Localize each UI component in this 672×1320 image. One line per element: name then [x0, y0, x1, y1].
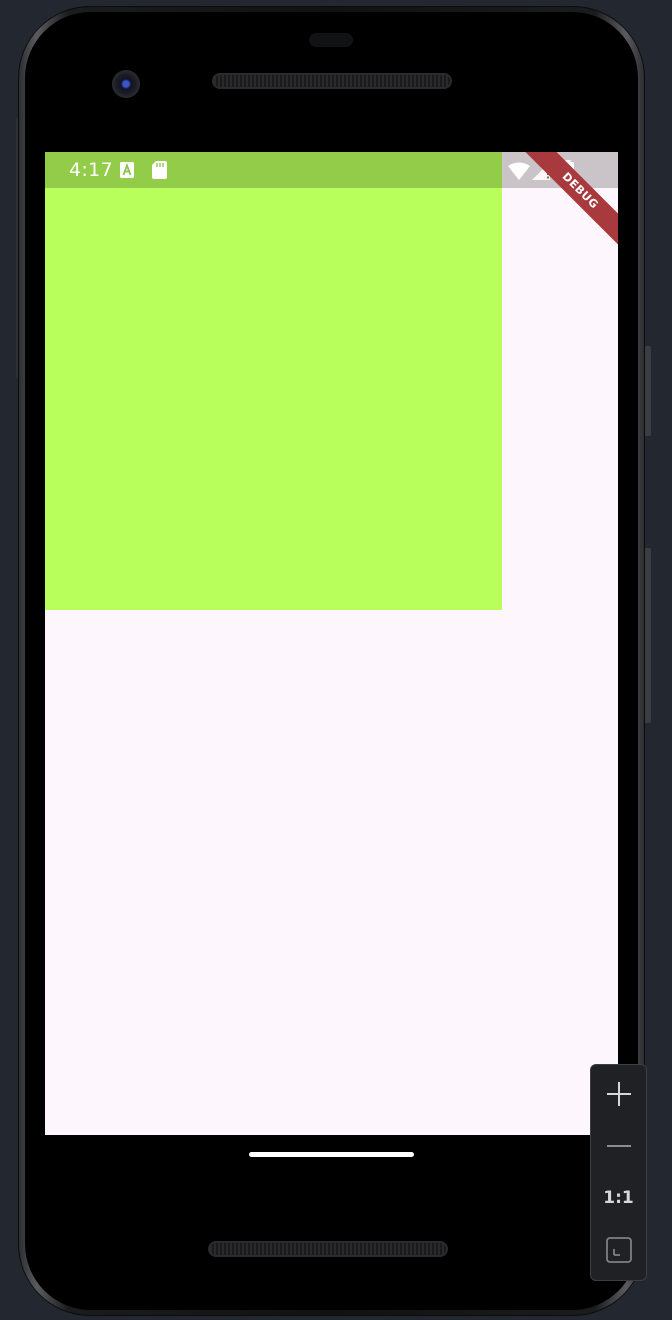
- volume-button: [644, 548, 651, 723]
- bottom-speaker-grille: [208, 1241, 448, 1257]
- zoom-out-button[interactable]: [591, 1121, 646, 1171]
- home-indicator[interactable]: [249, 1152, 414, 1157]
- device-screen: 4:17 DEBUG: [45, 152, 618, 1135]
- actual-size-label: 1:1: [603, 1188, 634, 1208]
- front-camera: [112, 70, 140, 98]
- sim-a-icon: [120, 162, 134, 182]
- top-speaker-grille: [212, 73, 452, 89]
- green-container: [45, 152, 502, 610]
- sd-card-icon: [152, 161, 167, 183]
- emulator-zoom-controls: 1:1: [590, 1064, 647, 1281]
- zoom-in-icon: [606, 1082, 631, 1106]
- fit-screen-icon: [605, 1237, 632, 1263]
- zoom-in-button[interactable]: [591, 1069, 646, 1119]
- status-time: 4:17: [69, 159, 113, 181]
- fit-screen-button[interactable]: [591, 1225, 646, 1275]
- zoom-out-icon: [606, 1145, 631, 1147]
- power-button: [644, 346, 651, 436]
- actual-size-button[interactable]: 1:1: [591, 1173, 646, 1223]
- wifi-icon: [508, 162, 530, 184]
- top-sensor-slot: [309, 33, 353, 47]
